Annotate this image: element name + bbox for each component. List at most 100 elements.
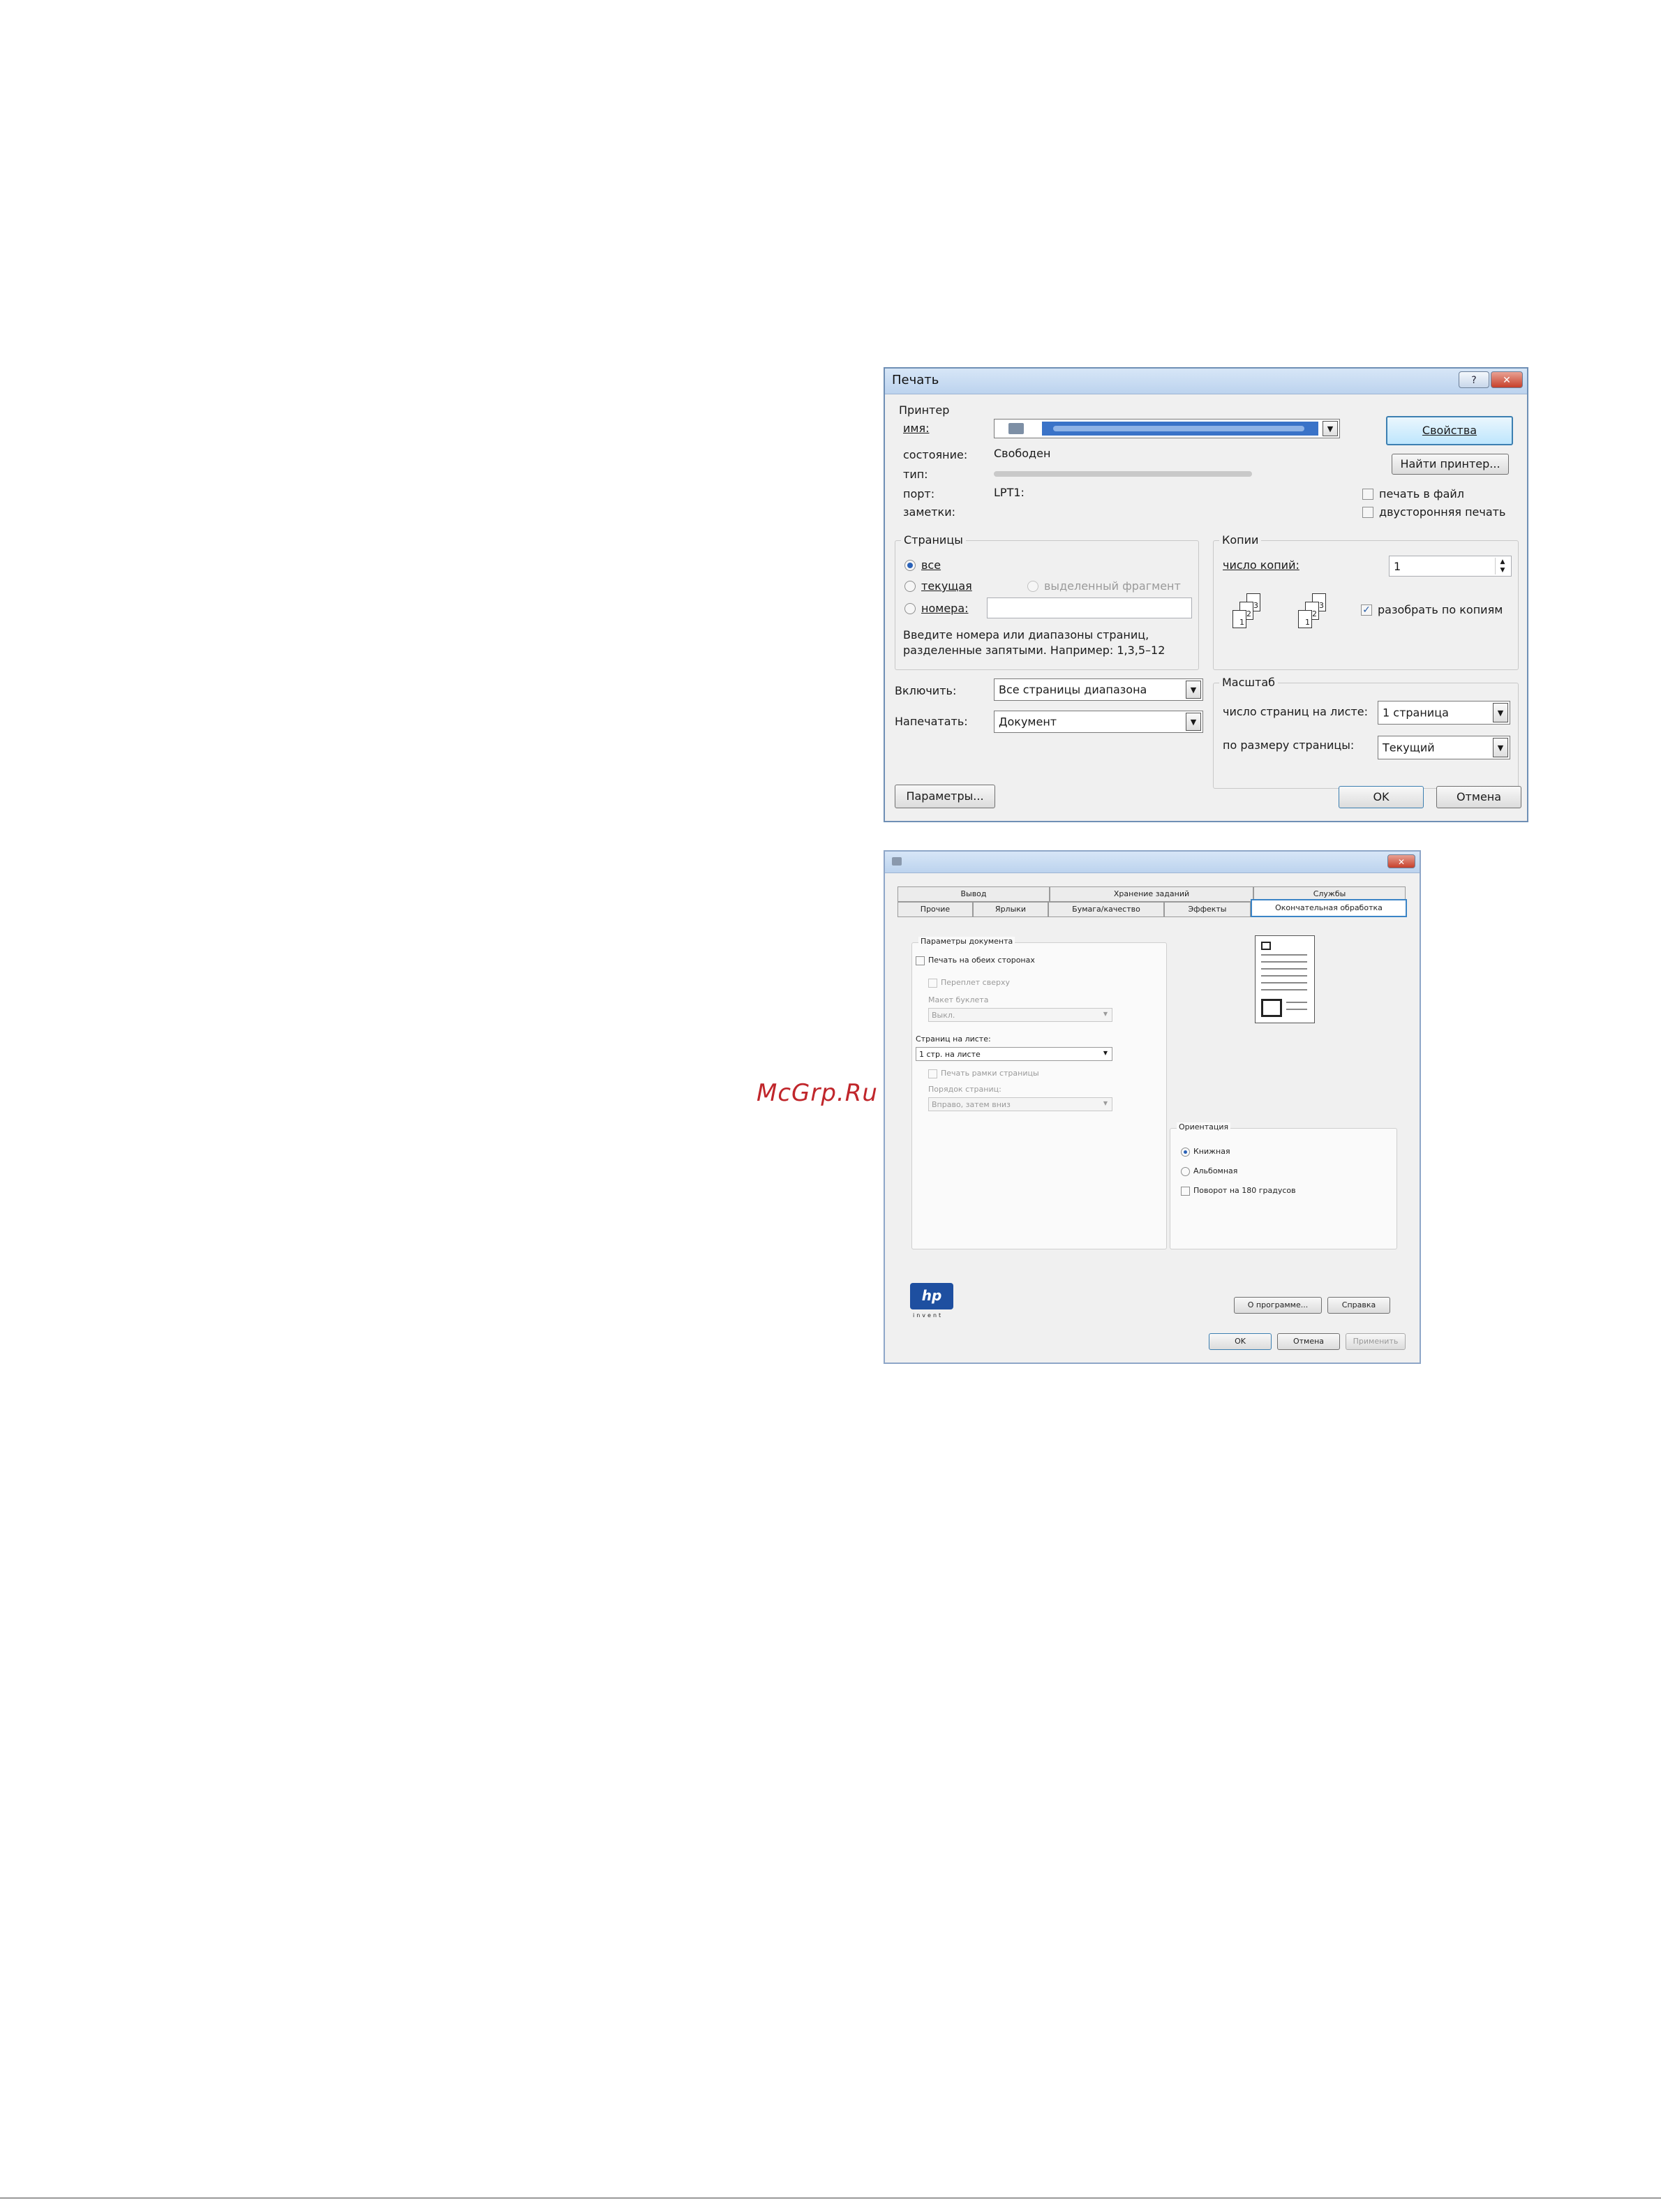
both-sides-label: Печать на обеих сторонах — [928, 956, 1035, 965]
port-value: LPT1: — [994, 486, 1025, 499]
printer-icon — [1008, 423, 1024, 434]
type-label: тип: — [903, 468, 928, 481]
watermark-text: McGrp.Ru — [757, 1079, 878, 1107]
title-bar: ✕ — [885, 852, 1420, 873]
tab-other[interactable]: Прочие — [897, 902, 973, 917]
pages-hint-line1: Введите номера или диапазоны страниц, — [903, 628, 1149, 641]
tab-output[interactable]: Вывод — [897, 886, 1050, 902]
pages-current-label: текущая — [921, 579, 972, 593]
tab-job-storage[interactable]: Хранение заданий — [1050, 886, 1253, 902]
printer-group-title: Принтер — [899, 403, 950, 417]
rotate-180-label: Поворот на 180 градусов — [1193, 1186, 1296, 1195]
booklet-combo[interactable]: Выкл. ▼ — [928, 1008, 1112, 1022]
rotate-180-checkbox[interactable] — [1181, 1187, 1190, 1196]
pages-selection-radio[interactable] — [1027, 581, 1038, 592]
spinner-arrows-icon[interactable]: ▲ ▼ — [1495, 558, 1510, 574]
tab-effects[interactable]: Эффекты — [1164, 902, 1251, 917]
cancel-button[interactable]: Отмена — [1436, 786, 1521, 808]
notes-label: заметки: — [903, 505, 955, 519]
page-icon: 1 — [1298, 610, 1312, 628]
landscape-label: Альбомная — [1193, 1166, 1238, 1175]
printer-properties-dialog: ✕ Вывод Хранение заданий Службы Прочие Я… — [884, 850, 1421, 1364]
pages-selection-label: выделенный фрагмент — [1044, 579, 1181, 593]
title-bar: Печать ? ✕ — [885, 369, 1527, 394]
printer-name-combo[interactable]: ▼ — [994, 419, 1340, 438]
chevron-down-icon[interactable]: ▼ — [1493, 703, 1508, 722]
pages-hint-line2: разделенные запятыми. Например: 1,3,5–12 — [903, 644, 1165, 657]
find-printer-button[interactable]: Найти принтер... — [1392, 454, 1509, 475]
apply-button[interactable]: Применить — [1346, 1333, 1406, 1350]
include-combo[interactable]: Все страницы диапазона ▼ — [994, 678, 1203, 701]
print-to-file-checkbox[interactable] — [1362, 489, 1373, 500]
pages-per-sheet-combo[interactable]: 1 стр. на листе ▼ — [916, 1047, 1112, 1061]
port-label: порт: — [903, 487, 935, 500]
printer-icon — [892, 857, 902, 866]
page-order-label: Порядок страниц: — [928, 1085, 1001, 1094]
print-to-file-label: печать в файл — [1379, 487, 1465, 500]
booklet-label: Макет буклета — [928, 995, 989, 1004]
cancel-button[interactable]: Отмена — [1277, 1333, 1340, 1350]
pages-per-sheet-label: Страниц на листе: — [916, 1034, 991, 1044]
page-numbers-input[interactable] — [987, 597, 1192, 618]
collate-label: разобрать по копиям — [1378, 603, 1503, 616]
portrait-label: Книжная — [1193, 1147, 1230, 1156]
scale-group-title: Масштаб — [1219, 676, 1279, 689]
hp-logo: hp — [910, 1283, 953, 1309]
chevron-down-icon[interactable]: ▼ — [1186, 713, 1201, 731]
ok-button[interactable]: OK — [1339, 786, 1424, 808]
tab-finishing[interactable]: Окончательная обработка — [1251, 899, 1407, 917]
both-sides-checkbox[interactable] — [916, 956, 925, 965]
ok-button[interactable]: OK — [1209, 1333, 1272, 1350]
close-button[interactable]: ✕ — [1491, 371, 1523, 388]
page-icon: 1 — [1232, 610, 1246, 628]
print-what-combo[interactable]: Документ ▼ — [994, 711, 1203, 733]
landscape-radio[interactable] — [1181, 1167, 1190, 1176]
about-button[interactable]: О программе... — [1234, 1297, 1322, 1314]
status-label: состояние: — [903, 448, 968, 461]
pages-all-radio[interactable] — [904, 560, 916, 571]
document-options-title: Параметры документа — [918, 937, 1015, 946]
pages-numbers-radio[interactable] — [904, 603, 916, 614]
duplex-checkbox[interactable] — [1362, 507, 1373, 518]
scale-to-paper-combo[interactable]: Текущий ▼ — [1378, 736, 1510, 759]
tab-shortcuts[interactable]: Ярлыки — [973, 902, 1048, 917]
tab-paper-quality[interactable]: Бумага/качество — [1048, 902, 1164, 917]
page-order-combo[interactable]: Вправо, затем вниз ▼ — [928, 1097, 1112, 1111]
page-borders-checkbox[interactable] — [928, 1069, 937, 1078]
duplex-label: двусторонняя печать — [1379, 505, 1506, 519]
copies-count-label: число копий: — [1223, 558, 1299, 572]
dialog-title: Печать — [892, 373, 939, 387]
print-what-label: Напечатать: — [895, 715, 968, 728]
type-value — [994, 471, 1252, 477]
scale-to-paper-label: по размеру страницы: — [1223, 738, 1355, 752]
help-button[interactable]: ? — [1459, 371, 1489, 388]
status-value: Свободен — [994, 447, 1051, 460]
pages-current-radio[interactable] — [904, 581, 916, 592]
collate-checkbox[interactable]: ✓ — [1361, 604, 1372, 616]
portrait-radio[interactable] — [1181, 1148, 1190, 1157]
copies-count-spinner[interactable]: 1 ▲ ▼ — [1389, 556, 1512, 577]
flip-up-checkbox[interactable] — [928, 979, 937, 988]
pages-numbers-label: номера: — [921, 602, 969, 615]
pages-group-title: Страницы — [901, 533, 966, 547]
chevron-down-icon[interactable]: ▼ — [1186, 681, 1201, 699]
chevron-down-icon: ▼ — [1103, 1011, 1108, 1017]
chevron-down-icon[interactable]: ▼ — [1493, 738, 1508, 757]
footer-divider — [0, 2197, 1661, 2199]
orientation-title: Ориентация — [1177, 1122, 1231, 1131]
printer-name-label: имя: — [903, 422, 930, 435]
pages-per-sheet-label: число страниц на листе: — [1223, 705, 1368, 718]
options-button[interactable]: Параметры... — [895, 785, 995, 808]
properties-button[interactable]: Свойства — [1386, 416, 1513, 445]
help-button[interactable]: Справка — [1327, 1297, 1390, 1314]
chevron-down-icon[interactable]: ▼ — [1323, 421, 1338, 436]
chevron-down-icon: ▼ — [1103, 1100, 1108, 1106]
hp-logo-sub: invent — [913, 1312, 944, 1319]
chevron-down-icon: ▼ — [1103, 1050, 1108, 1056]
pages-per-sheet-combo[interactable]: 1 страница ▼ — [1378, 701, 1510, 725]
page-borders-label: Печать рамки страницы — [941, 1069, 1039, 1078]
page-preview-icon — [1255, 935, 1315, 1023]
pages-all-label: все — [921, 558, 941, 572]
close-button[interactable]: ✕ — [1387, 854, 1415, 868]
print-dialog: Печать ? ✕ Принтер имя: ▼ Свойства состо… — [884, 367, 1528, 822]
